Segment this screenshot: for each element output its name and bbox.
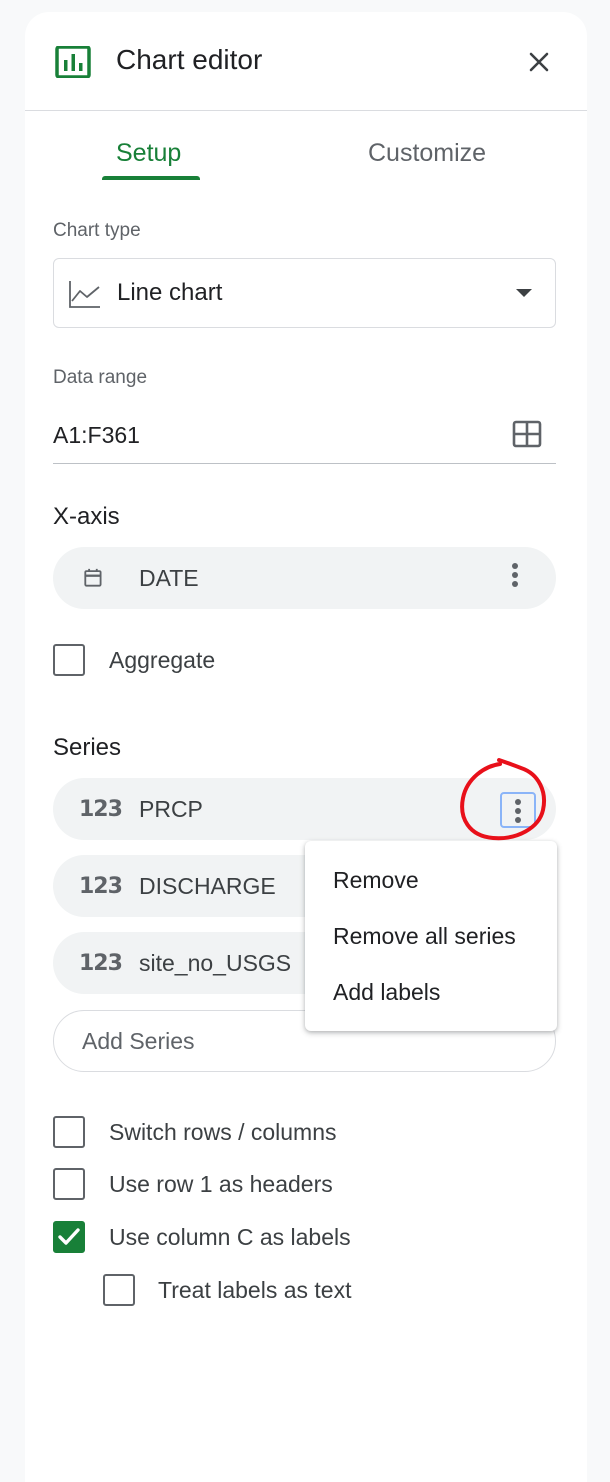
series-chip-label: DISCHARGE	[139, 873, 276, 899]
series-chip-prcp[interactable]: 123 PRCP	[53, 778, 556, 840]
use-row-headers-row[interactable]: Use row 1 as headers	[53, 1168, 473, 1204]
editor-header: Chart editor	[25, 12, 587, 111]
x-axis-title: X-axis	[53, 503, 120, 530]
x-axis-chip[interactable]: DATE	[53, 547, 556, 609]
line-chart-icon	[69, 281, 100, 308]
calendar-icon	[84, 568, 102, 587]
series-chip-label: PRCP	[139, 796, 203, 822]
data-range-input[interactable]: A1:F361	[53, 412, 556, 464]
series-context-menu: Remove Remove all series Add labels	[305, 841, 557, 1031]
active-tab-indicator	[102, 176, 200, 180]
treat-labels-text-label: Treat labels as text	[158, 1277, 352, 1303]
switch-rows-columns-row[interactable]: Switch rows / columns	[53, 1116, 473, 1152]
menu-item-label: Remove all series	[333, 923, 516, 949]
x-axis-chip-label: DATE	[139, 565, 199, 591]
bar-chart-icon	[55, 46, 91, 78]
more-options-icon[interactable]	[500, 792, 536, 828]
series-title: Series	[53, 734, 122, 761]
add-series-label: Add Series	[82, 1028, 195, 1054]
more-options-icon[interactable]	[503, 560, 527, 596]
treat-labels-text-checkbox[interactable]	[103, 1274, 135, 1306]
menu-item-remove-all-series[interactable]: Remove all series	[305, 910, 557, 962]
chart-type-label: Chart type	[53, 220, 141, 241]
use-column-labels-checkbox[interactable]	[53, 1221, 85, 1253]
aggregate-label: Aggregate	[109, 647, 216, 673]
chart-editor-panel: Chart editor Setup Customize Chart type …	[25, 12, 587, 1482]
tab-setup[interactable]: Setup	[116, 138, 181, 168]
menu-item-label: Add labels	[333, 979, 441, 1005]
menu-item-add-labels[interactable]: Add labels	[305, 966, 557, 1018]
use-column-labels-row[interactable]: Use column C as labels	[53, 1221, 473, 1257]
tab-customize[interactable]: Customize	[368, 138, 486, 168]
chart-type-value: Line chart	[117, 279, 223, 306]
select-range-icon[interactable]	[512, 420, 542, 448]
number-icon: 123	[79, 951, 123, 976]
checkmark-icon	[58, 1228, 80, 1245]
menu-item-remove[interactable]: Remove	[305, 854, 557, 906]
treat-labels-text-row[interactable]: Treat labels as text	[103, 1274, 503, 1310]
use-row-headers-checkbox[interactable]	[53, 1168, 85, 1200]
switch-rows-columns-checkbox[interactable]	[53, 1116, 85, 1148]
aggregate-checkbox[interactable]	[53, 644, 85, 676]
data-range-label: Data range	[53, 367, 148, 388]
switch-rows-columns-label: Switch rows / columns	[109, 1119, 337, 1145]
close-icon[interactable]	[523, 46, 555, 78]
aggregate-checkbox-row[interactable]: Aggregate	[53, 644, 353, 680]
series-chip-label: site_no_USGS	[139, 950, 292, 976]
data-range-value: A1:F361	[53, 422, 140, 448]
panel-title: Chart editor	[116, 44, 263, 75]
number-icon: 123	[79, 797, 123, 822]
menu-item-label: Remove	[333, 867, 419, 893]
chart-type-select[interactable]: Line chart	[53, 258, 556, 328]
chevron-down-icon	[516, 289, 532, 297]
editor-tabs: Setup Customize	[25, 122, 587, 182]
use-row-headers-label: Use row 1 as headers	[109, 1171, 333, 1197]
use-column-labels-label: Use column C as labels	[109, 1224, 351, 1250]
number-icon: 123	[79, 874, 123, 899]
